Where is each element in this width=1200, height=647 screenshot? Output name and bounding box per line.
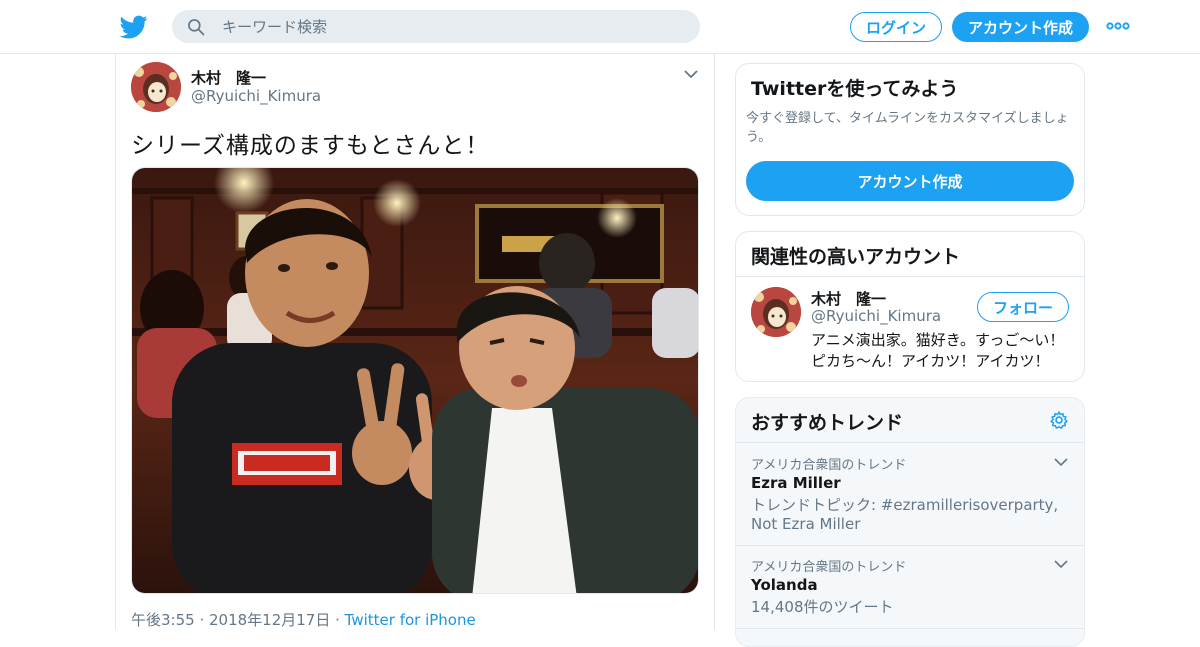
- author-handle[interactable]: @Ryuichi_Kimura: [191, 87, 321, 105]
- signup-card-title: Twitterを使ってみよう: [751, 78, 959, 100]
- trend-location: アメリカ合衆国のトレンド: [751, 560, 907, 575]
- divider: [736, 628, 1084, 629]
- signup-card-button[interactable]: アカウント作成: [746, 161, 1074, 201]
- signup-card: Twitterを使ってみよう 今すぐ登録して、タイムラインをカスタマイズしましょ…: [735, 63, 1085, 216]
- trend-name[interactable]: Yolanda: [751, 576, 818, 594]
- tweet-source-link[interactable]: Twitter for iPhone: [345, 611, 476, 629]
- more-options-icon[interactable]: [1106, 20, 1130, 32]
- avatar[interactable]: [751, 287, 801, 337]
- related-accounts-card: 関連性の高いアカウント 木村 隆一 @Ryuichi_Kimura フォロー ア…: [735, 231, 1085, 382]
- trends-card: おすすめトレンド アメリカ合衆国のトレンド Ezra Miller トレンドトピ…: [735, 397, 1085, 647]
- trend-location: アメリカ合衆国のトレンド: [751, 458, 907, 473]
- search-icon: [188, 19, 205, 36]
- trend-item[interactable]: アメリカ合衆国のトレンド Ezra Miller トレンドトピック: #ezra…: [736, 454, 1084, 544]
- related-user-name[interactable]: 木村 隆一: [811, 288, 886, 309]
- chevron-down-icon[interactable]: [1054, 457, 1068, 467]
- related-user-handle[interactable]: @Ryuichi_Kimura: [811, 307, 941, 325]
- twitter-bird-logo-icon[interactable]: [120, 13, 148, 41]
- tweet-photo[interactable]: [131, 167, 699, 594]
- search-box: [172, 10, 700, 43]
- signup-button[interactable]: アカウント作成: [952, 12, 1089, 42]
- author-name[interactable]: 木村 隆一: [191, 67, 266, 88]
- trend-detail: トレンドトピック: #ezramillerisoverparty, Not Ez…: [751, 496, 1059, 533]
- chevron-down-icon[interactable]: [683, 68, 699, 80]
- trend-detail: 14,408件のツイート: [751, 598, 894, 616]
- top-navigation-bar: ログイン アカウント作成: [0, 0, 1200, 54]
- follow-button[interactable]: フォロー: [977, 292, 1069, 322]
- trends-title: おすすめトレンド: [751, 412, 904, 434]
- divider: [736, 442, 1084, 443]
- trend-item[interactable]: アメリカ合衆国のトレンド Yolanda 14,408件のツイート: [736, 556, 1084, 626]
- tweet-detail: 木村 隆一 @Ryuichi_Kimura シリーズ構成のますもとさんと！ 午後…: [115, 54, 715, 630]
- avatar[interactable]: [131, 62, 181, 112]
- divider: [736, 545, 1084, 546]
- related-accounts-title: 関連性の高いアカウント: [751, 246, 961, 268]
- divider: [736, 276, 1084, 277]
- search-input[interactable]: [222, 10, 682, 43]
- related-user-bio: アニメ演出家。猫好き。すっご〜い！ピカち〜ん！アイカツ！アイカツ！: [811, 331, 1065, 370]
- tweet-text: シリーズ構成のますもとさんと！: [131, 133, 490, 159]
- trend-name[interactable]: Ezra Miller: [751, 474, 841, 492]
- signup-card-description: 今すぐ登録して、タイムラインをカスタマイズしましょう。: [746, 111, 1069, 145]
- chevron-down-icon[interactable]: [1054, 559, 1068, 569]
- tweet-meta: 午後3:55 · 2018年12月17日 · Twitter for iPhon…: [131, 609, 476, 630]
- login-button[interactable]: ログイン: [850, 12, 942, 42]
- tweet-timestamp[interactable]: 午後3:55 · 2018年12月17日 ·: [131, 611, 345, 629]
- gear-icon[interactable]: [1049, 410, 1069, 430]
